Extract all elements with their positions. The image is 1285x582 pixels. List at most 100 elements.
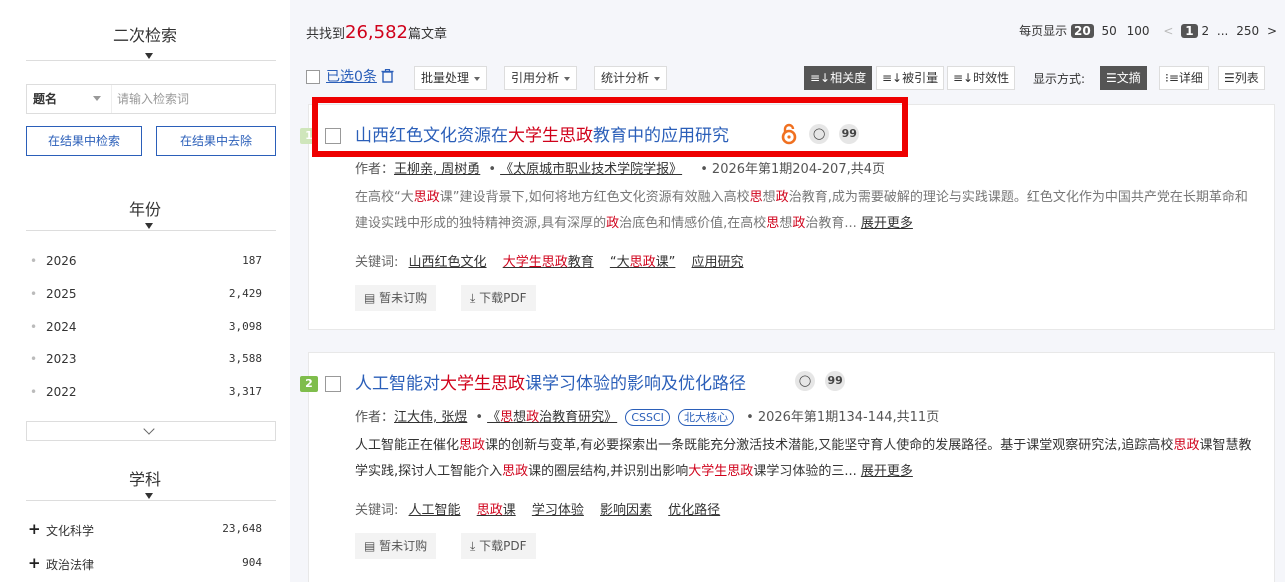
article-checkbox[interactable] [325, 376, 341, 392]
article-index-badge: 2 [300, 376, 318, 392]
article-keywords: 关键词: 人工智能 思政课 学习体验 影响因素 优化路径 [355, 503, 721, 518]
plus-icon[interactable]: + [28, 554, 41, 572]
abstract-view-icon: ☰ [1106, 71, 1117, 85]
keyword-link[interactable]: 思政课 [477, 503, 516, 518]
section-divider [26, 500, 276, 501]
detail-view-icon: ⁝≡ [1165, 71, 1179, 85]
article-title-icons: ◯ 99 [789, 371, 846, 395]
result-summary: 共找到26,582篇文章 [306, 22, 448, 43]
search-field-box: 题名 [26, 84, 276, 114]
subject-item-culture-science[interactable]: + 文化科学 23,648 [26, 520, 266, 540]
dropdown-triangle-icon [93, 96, 101, 101]
quote-icon[interactable]: 99 [825, 371, 846, 391]
results-toolbar: 已选0条 批量处理 引用分析 统计分析 ≡↓相关度 ≡↓被引量 ≡↓时效性 显示… [306, 66, 1281, 92]
dropdown-triangle-icon [654, 76, 661, 81]
view-list-button[interactable]: ☰列表 [1218, 66, 1265, 90]
collapse-arrow-icon[interactable] [145, 493, 153, 499]
per-page-option-selected[interactable]: 20 [1071, 24, 1094, 38]
keyword-link[interactable]: 大学生思政教育 [503, 255, 594, 270]
collapse-arrow-icon[interactable] [145, 223, 153, 229]
year-title: 年份 [128, 200, 161, 219]
view-detail-button[interactable]: ⁝≡详细 [1159, 66, 1209, 90]
year-item-2023[interactable]: • 2023 3,588 [26, 350, 266, 370]
per-page-option-50[interactable]: 50 [1102, 24, 1117, 38]
exclude-from-results-button[interactable]: 在结果中去除 [156, 126, 276, 156]
pku-core-badge[interactable]: 北大核心 [678, 409, 735, 426]
pagination-bar: 每页显示 20 50 100 < 1 2 ... 250 > [1019, 22, 1277, 39]
journal-link[interactable]: 《太原城市职业技术学院学报》 [500, 162, 682, 177]
sort-relevance-button[interactable]: ≡↓相关度 [804, 66, 873, 90]
keyword-link[interactable]: 影响因素 [600, 503, 652, 518]
citation-analysis-dropdown[interactable]: 引用分析 [504, 66, 578, 90]
keyword-link[interactable]: 学习体验 [532, 503, 584, 518]
sort-icon: ≡↓ [953, 71, 974, 85]
select-all[interactable]: 已选0条 [306, 66, 394, 86]
sort-time-button[interactable]: ≡↓时效性 [947, 66, 1016, 90]
prev-page-button[interactable]: < [1163, 24, 1173, 38]
results-panel: 共找到26,582篇文章 每页显示 20 50 100 < 1 2 ... 25… [290, 0, 1285, 582]
article-keywords: 关键词: 山西红色文化 大学生思政教育 “大思政课” 应用研究 [355, 255, 744, 270]
keyword-link[interactable]: “大思政课” [610, 255, 676, 270]
keyword-link[interactable]: 优化路径 [668, 503, 720, 518]
year-item-2025[interactable]: • 2025 2,429 [26, 285, 266, 305]
article-card: 2 人工智能对大学生思政课学习体验的影响及优化路径 ◯ 99 作者：江大伟, 张… [300, 352, 1275, 582]
search-in-results-button[interactable]: 在结果中检索 [26, 126, 142, 156]
next-page-button[interactable]: > [1267, 24, 1277, 38]
download-icon: ⤓ [470, 291, 480, 305]
unsubscribed-icon: ▤ [364, 539, 380, 553]
author-links[interactable]: 江大伟, 张煜 [394, 410, 467, 425]
sort-icon: ≡↓ [882, 71, 903, 85]
article-meta: 作者：江大伟, 张煜 • 《思想政治教育研究》 CSSCI 北大核心 • 2026年… [355, 409, 940, 426]
article-abstract: 人工智能正在催化思政课的创新与变革,有必要探索出一条既能充分激活技术潜能,又能坚… [355, 438, 1252, 479]
secondary-search-title: 二次检索 [112, 26, 177, 45]
view-abstract-button[interactable]: ☰文摘 [1100, 66, 1147, 90]
download-icon: ⤓ [470, 539, 480, 553]
year-item-2026[interactable]: • 2026 187 [26, 252, 266, 272]
stats-analysis-dropdown[interactable]: 统计分析 [594, 66, 668, 90]
result-count: 26,582 [345, 22, 408, 43]
unsubscribed-button[interactable]: ▤ 暂未订购 [355, 285, 437, 311]
field-select-label: 题名 [33, 92, 58, 106]
keyword-link[interactable]: 人工智能 [409, 503, 461, 518]
download-pdf-button[interactable]: ⤓ 下载PDF [461, 533, 536, 559]
sort-icon: ≡↓ [810, 71, 831, 85]
show-more-years-button[interactable] [26, 421, 276, 441]
article-abstract: 在高校“大思政课”建设背景下,如何将地方红色文化资源有效融入高校思想政治教育,成… [355, 190, 1248, 231]
journal-link[interactable]: 《思想政治教育研究》 [487, 410, 617, 425]
last-page-link[interactable]: 250 [1236, 24, 1259, 38]
select-all-checkbox[interactable] [306, 70, 320, 84]
expand-more-link[interactable]: 展开更多 [861, 464, 913, 479]
expand-more-link[interactable]: 展开更多 [861, 216, 913, 231]
section-divider [26, 60, 276, 61]
highlight-annotation-box [312, 97, 908, 157]
download-pdf-button[interactable]: ⤓ 下载PDF [461, 285, 536, 311]
field-select[interactable]: 题名 [27, 85, 112, 113]
batch-process-dropdown[interactable]: 批量处理 [414, 66, 488, 90]
dropdown-triangle-icon [564, 76, 571, 81]
chevron-down-icon [143, 423, 155, 435]
display-mode-label: 显示方式: [1033, 72, 1086, 86]
author-icon[interactable]: ◯ [795, 371, 815, 391]
sort-cited-button[interactable]: ≡↓被引量 [876, 66, 945, 90]
current-page[interactable]: 1 [1181, 24, 1198, 38]
list-view-icon: ☰ [1224, 71, 1235, 85]
secondary-search-input[interactable] [117, 89, 267, 109]
subject-item-politics-law[interactable]: + 政治法律 904 [26, 554, 266, 574]
page-2-link[interactable]: 2 [1201, 24, 1209, 38]
keyword-link[interactable]: 山西红色文化 [409, 255, 487, 270]
article-title-link[interactable]: 人工智能对大学生思政课学习体验的影响及优化路径 [355, 369, 746, 394]
per-page-option-100[interactable]: 100 [1127, 24, 1150, 38]
trash-icon[interactable] [381, 68, 394, 83]
plus-icon[interactable]: + [28, 520, 41, 538]
keyword-link[interactable]: 应用研究 [692, 255, 744, 270]
unsubscribed-button[interactable]: ▤ 暂未订购 [355, 533, 437, 559]
author-links[interactable]: 王柳亲, 周树勇 [394, 162, 480, 177]
year-item-2022[interactable]: • 2022 3,317 [26, 383, 266, 403]
issue-info: 2026年第1期204-207,共4页 [711, 162, 885, 177]
collapse-arrow-icon[interactable] [145, 53, 153, 59]
per-page-label: 每页显示 [1019, 24, 1068, 38]
page-ellipsis: ... [1216, 24, 1229, 38]
year-item-2024[interactable]: • 2024 3,098 [26, 318, 266, 338]
cssci-badge[interactable]: CSSCI [625, 409, 670, 426]
issue-info: 2026年第1期134-144,共11页 [757, 410, 940, 425]
